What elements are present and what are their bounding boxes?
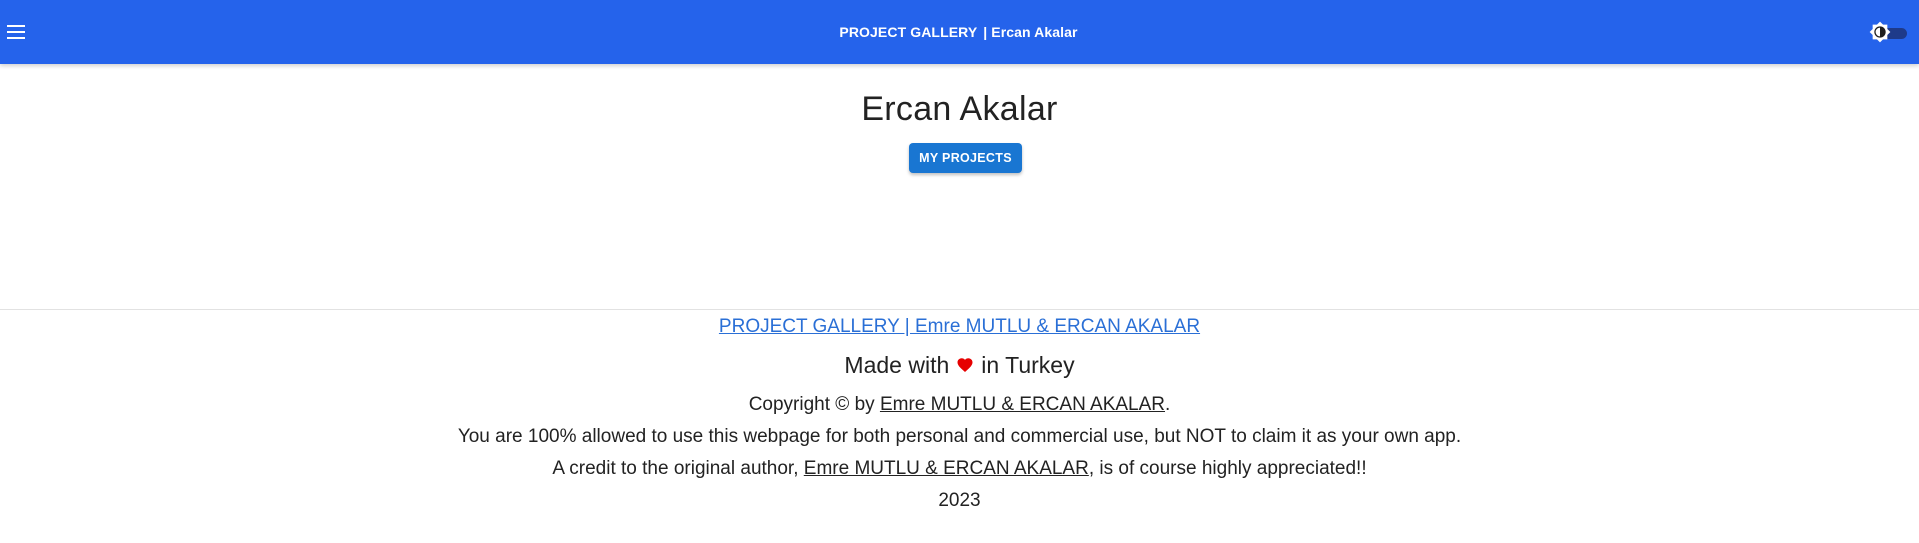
copyright-suffix: . xyxy=(1165,394,1171,415)
theme-toggle[interactable] xyxy=(1869,20,1909,44)
app-bar: PROJECT GALLERY | Ercan Akalar xyxy=(0,0,1919,64)
copyright-year: 2023 xyxy=(938,490,981,511)
app-title-author: | Ercan Akalar xyxy=(983,24,1078,40)
main-content: Ercan Akalar MY PROJECTS xyxy=(0,64,1919,173)
made-with-suffix: in Turkey xyxy=(981,352,1075,378)
made-with-prefix: Made with xyxy=(844,352,950,378)
hamburger-menu-icon[interactable] xyxy=(4,20,28,44)
brightness-icon xyxy=(1869,21,1891,43)
usage-line: You are 100% allowed to use this webpage… xyxy=(457,426,1462,447)
credit-suffix: , is of course highly appreciated!! xyxy=(1088,458,1367,479)
app-title: PROJECT GALLERY | Ercan Akalar xyxy=(839,24,1077,40)
footer-divider xyxy=(0,309,1919,310)
copyright-author-link[interactable]: Emre MUTLU & ERCAN AKALAR xyxy=(880,394,1165,415)
app-title-main: PROJECT GALLERY xyxy=(839,24,978,40)
page-title: Ercan Akalar xyxy=(861,90,1058,128)
credit-author-link[interactable]: Emre MUTLU & ERCAN AKALAR xyxy=(804,458,1089,479)
menu-line xyxy=(7,25,25,27)
made-with-line: Made with in Turkey xyxy=(0,350,1919,380)
menu-line xyxy=(7,31,25,33)
credit-prefix: A credit to the original author, xyxy=(552,458,799,479)
menu-line xyxy=(7,37,25,39)
heart-icon xyxy=(957,358,973,373)
gallery-footer-link[interactable]: PROJECT GALLERY | Emre MUTLU & ERCAN AKA… xyxy=(719,314,1200,340)
copyright-line: Copyright © by Emre MUTLU & ERCAN AKALAR… xyxy=(0,389,1919,421)
my-projects-button[interactable]: MY PROJECTS xyxy=(909,143,1022,173)
copyright-prefix: Copyright © by xyxy=(748,394,875,415)
credit-line: A credit to the original author, Emre MU… xyxy=(0,453,1919,485)
footer: PROJECT GALLERY | Emre MUTLU & ERCAN AKA… xyxy=(0,314,1919,517)
